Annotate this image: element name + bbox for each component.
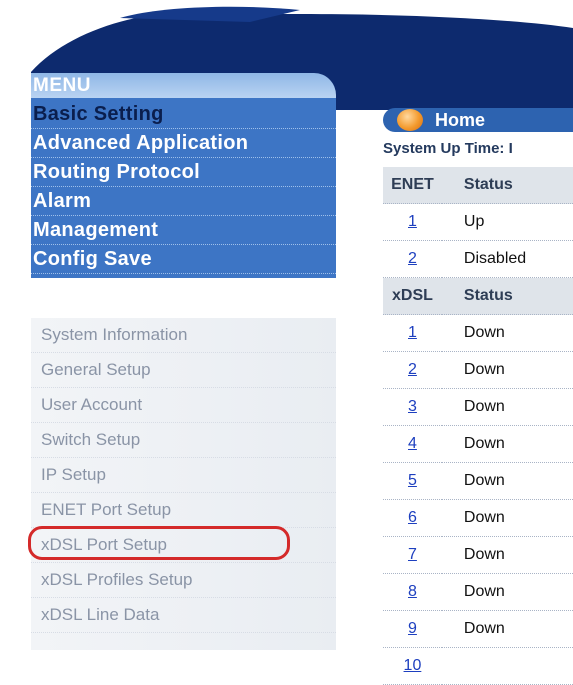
enet-port-link[interactable]: 2 — [408, 250, 417, 267]
table-row: 7 Down — [383, 536, 573, 574]
status-column-header: Status — [441, 277, 573, 315]
port-status: Disabled — [463, 250, 527, 267]
table-row: 1 Up — [383, 203, 573, 241]
port-status: Down — [463, 398, 505, 415]
submenu-panel: System Information General Setup User Ac… — [31, 318, 336, 650]
system-uptime-label: System Up Time: I — [383, 140, 513, 157]
xdsl-port-link[interactable]: 2 — [408, 361, 417, 378]
submenu-item-general-setup[interactable]: General Setup — [31, 353, 336, 388]
table-row: 10 — [383, 647, 573, 685]
submenu-item-xdsl-profiles-setup[interactable]: xDSL Profiles Setup — [31, 563, 336, 598]
submenu-item-ip-setup[interactable]: IP Setup — [31, 458, 336, 493]
port-status: Down — [463, 435, 505, 452]
port-status: Down — [463, 546, 505, 563]
xdsl-port-link[interactable]: 5 — [408, 472, 417, 489]
enet-port-link[interactable]: 1 — [408, 213, 417, 230]
xdsl-port-link[interactable]: 10 — [404, 657, 422, 674]
home-tab-label: Home — [435, 110, 486, 130]
table-row: 9 Down — [383, 610, 573, 648]
submenu-item-enet-port-setup[interactable]: ENET Port Setup — [31, 493, 336, 528]
port-status: Up — [463, 213, 485, 230]
home-tab[interactable]: Home — [383, 108, 573, 132]
table-row: 2 Disabled — [383, 240, 573, 278]
xdsl-port-link[interactable]: 6 — [408, 509, 417, 526]
menu-category-alarm[interactable]: Alarm — [31, 187, 336, 216]
submenu-item-xdsl-line-data[interactable]: xDSL Line Data — [31, 598, 336, 633]
xdsl-port-link[interactable]: 1 — [408, 324, 417, 341]
port-status: Down — [463, 324, 505, 341]
table-row: 8 Down — [383, 573, 573, 611]
enet-column-header: ENET — [383, 167, 442, 204]
status-column-header: Status — [441, 167, 573, 204]
menu-category-routing-protocol[interactable]: Routing Protocol — [31, 158, 336, 187]
port-status: Down — [463, 361, 505, 378]
port-status-table: ENET Status 1 Up 2 Disabled xDSL Status … — [383, 167, 573, 685]
xdsl-header-row: xDSL Status — [383, 277, 573, 315]
xdsl-port-link[interactable]: 7 — [408, 546, 417, 563]
submenu-item-user-account[interactable]: User Account — [31, 388, 336, 423]
xdsl-port-link[interactable]: 9 — [408, 620, 417, 637]
menu-category-config-save[interactable]: Config Save — [31, 245, 336, 274]
xdsl-column-header: xDSL — [383, 277, 442, 315]
table-row: 6 Down — [383, 499, 573, 537]
menu-category-management[interactable]: Management — [31, 216, 336, 245]
table-row: 5 Down — [383, 462, 573, 500]
table-row: 1 Down — [383, 314, 573, 352]
menu-category-advanced-application[interactable]: Advanced Application — [31, 129, 336, 158]
port-status: Down — [463, 509, 505, 526]
port-status: Down — [463, 472, 505, 489]
table-row: 4 Down — [383, 425, 573, 463]
submenu-item-system-information[interactable]: System Information — [31, 318, 336, 353]
menu-category-list: Basic Setting Advanced Application Routi… — [31, 98, 336, 278]
table-row: 3 Down — [383, 388, 573, 426]
menu-title: MENU — [31, 73, 336, 98]
xdsl-port-link[interactable]: 4 — [408, 435, 417, 452]
table-row: 2 Down — [383, 351, 573, 389]
xdsl-port-link[interactable]: 8 — [408, 583, 417, 600]
port-status: Down — [463, 620, 505, 637]
enet-header-row: ENET Status — [383, 167, 573, 204]
menu-category-basic-setting[interactable]: Basic Setting — [31, 100, 336, 129]
xdsl-port-link[interactable]: 3 — [408, 398, 417, 415]
home-orb-icon — [397, 109, 423, 131]
submenu-item-switch-setup[interactable]: Switch Setup — [31, 423, 336, 458]
highlight-annotation-ring — [28, 526, 290, 560]
port-status: Down — [463, 583, 505, 600]
